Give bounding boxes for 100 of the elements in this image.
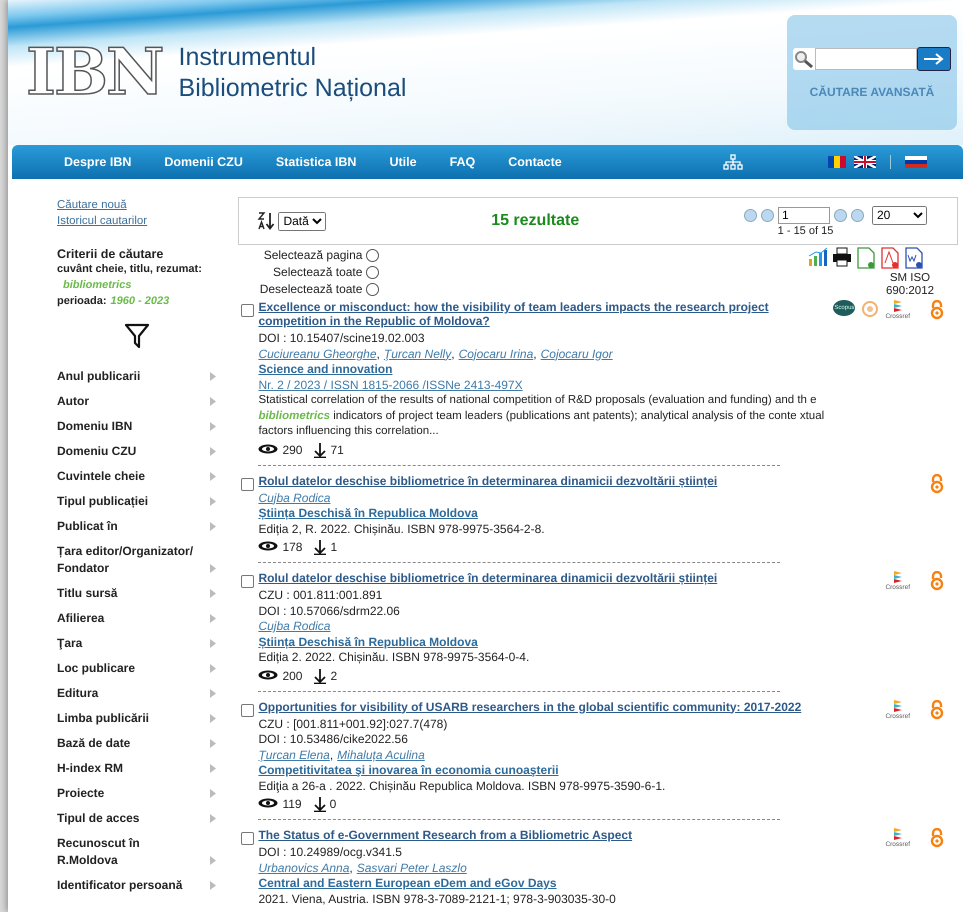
- citation-style-label[interactable]: SM ISO 690:2012: [884, 272, 936, 298]
- downloads-count: 2: [330, 668, 338, 684]
- criteria-value: bibliometrics: [62, 278, 132, 293]
- sitemap-icon[interactable]: [723, 154, 743, 170]
- download-icon: [314, 668, 326, 684]
- result-checkbox[interactable]: [241, 704, 254, 716]
- result-detail: Ediția 2, R. 2022. Chișinău. ISBN 978-9975-3564-2-8.: [258, 522, 545, 537]
- radio-button[interactable]: [366, 283, 380, 296]
- result-title-link[interactable]: Opportunities for visibility of USARB researchers in the global scientific community: 2017-2022: [258, 700, 802, 714]
- filter-item[interactable]: Bază de date: [57, 735, 202, 752]
- nav-link[interactable]: Contacte: [508, 155, 562, 169]
- open-access-icon[interactable]: [930, 828, 944, 848]
- sidebar-link[interactable]: Căutare nouă: [57, 197, 216, 213]
- result-detail: Ediţia a 26-a . 2022. Chișinău Republica Moldova. ISBN 978-9975-3590-6-1.: [258, 778, 666, 794]
- result-detail: CZU : [001.811+001.92]:027.7(478): [258, 716, 448, 732]
- open-access-icon[interactable]: [930, 571, 944, 591]
- result-detail: DOI : 10.15407/scine19.02.003: [258, 331, 425, 346]
- filter-item[interactable]: Publicat în: [57, 518, 202, 535]
- abstract-text: Statistical correlation of the results of national competition of R&D proposals (evaluation and funding) and th e bibliometrics indicators of project team leaders (publications ant patents); analytical analysis of the conte xtual factors influencing this correlation...: [258, 393, 826, 439]
- downloads-count: 71: [330, 442, 344, 458]
- filter-item[interactable]: Limba publicării: [57, 710, 202, 727]
- source-link[interactable]: Știința Deschisă în Republica Moldova: [258, 634, 478, 650]
- downloads-count: 1: [330, 540, 338, 555]
- filter-item[interactable]: Ţara: [57, 635, 202, 652]
- separator: ,: [376, 346, 380, 360]
- page-forward-button[interactable]: [851, 208, 864, 222]
- author-link[interactable]: Ţurcan Nelly: [384, 346, 452, 360]
- filter-item[interactable]: Afilierea: [57, 610, 202, 627]
- result-title-link[interactable]: Rolul datelor deschise bibliometrice în determinarea dinamicii dezvoltării științei: [258, 474, 718, 488]
- criteria-value: 1960 - 2023: [110, 294, 170, 309]
- source-link[interactable]: Știința Deschisă în Republica Moldova: [258, 506, 478, 522]
- open-access-icon[interactable]: [930, 700, 944, 720]
- filter-item[interactable]: Loc publicare: [57, 660, 202, 677]
- issue-link[interactable]: Nr. 2 / 2023 / ISSN 1815-2066 /ISSNe 2413-497X: [258, 378, 523, 393]
- search-field[interactable]: [815, 48, 917, 70]
- result-title-link[interactable]: Excellence or misconduct: how the visibility of team leaders impacts the research project competition in the Republic of Moldova?: [258, 300, 834, 328]
- author-link[interactable]: Urbanovics Anna: [258, 860, 350, 874]
- nav-link[interactable]: Domenii CZU: [164, 155, 243, 169]
- author-link[interactable]: Cojocaru Irina: [458, 346, 534, 360]
- nav-link[interactable]: Utile: [389, 155, 417, 169]
- per-page-dropdown[interactable]: 20: [872, 206, 927, 224]
- author-link[interactable]: Mihaluța Aculina: [337, 748, 425, 762]
- sort-icon[interactable]: [257, 212, 276, 230]
- filter-item[interactable]: H-index RM: [57, 760, 202, 777]
- filter-item[interactable]: Cuvintele cheie: [57, 468, 202, 485]
- result-title-link[interactable]: The Status of e-Government Research from a Bibliometric Aspect: [258, 828, 632, 842]
- radio-button[interactable]: [366, 249, 380, 262]
- result-checkbox[interactable]: [241, 575, 254, 588]
- nav-link[interactable]: Statistica IBN: [276, 155, 356, 169]
- open-access-icon[interactable]: [930, 300, 944, 320]
- search-icon: [793, 48, 815, 70]
- author-link[interactable]: Sasvari Peter Laszlo: [356, 860, 467, 874]
- author-link[interactable]: Cujba Rodica: [258, 490, 330, 504]
- radio-button[interactable]: [366, 266, 380, 279]
- nav-link[interactable]: Despre IBN: [64, 155, 132, 169]
- author-link[interactable]: Cojocaru Igor: [540, 346, 613, 360]
- source-link[interactable]: Competitivitatea şi inovarea în economia cunoaşterii: [258, 763, 559, 778]
- filter-item[interactable]: Titlu sursă: [57, 585, 202, 602]
- flag-icon[interactable]: [905, 156, 927, 168]
- filter-item[interactable]: Tipul de acces: [57, 810, 202, 827]
- download-icon: [314, 797, 326, 812]
- filter-item[interactable]: Țara editor/Organizator/ Fondator: [57, 543, 202, 577]
- flag-icon[interactable]: [854, 156, 876, 168]
- arrow-icon: [922, 52, 946, 66]
- search-button[interactable]: [917, 46, 951, 70]
- sort-dropdown[interactable]: Dată: [278, 212, 326, 230]
- author-link[interactable]: Cujba Rodica: [258, 619, 330, 633]
- result-title-link[interactable]: Rolul datelor deschise bibliometrice în determinarea dinamicii dezvoltării științei: [258, 571, 718, 585]
- sidebar-link[interactable]: Istoricul cautarilor: [57, 213, 216, 229]
- filter-item[interactable]: Domeniu CZU: [57, 443, 202, 460]
- page-back-button[interactable]: [761, 208, 774, 222]
- page-forward-button[interactable]: [834, 208, 847, 222]
- source-link[interactable]: Science and innovation: [258, 362, 392, 378]
- filter-item[interactable]: Editura: [57, 685, 202, 702]
- nav-link[interactable]: FAQ: [450, 155, 476, 169]
- download-icon: [314, 442, 326, 458]
- author-link[interactable]: Ţurcan Elena: [258, 748, 330, 762]
- open-access-icon[interactable]: [930, 474, 944, 494]
- page-field[interactable]: 1: [778, 206, 830, 224]
- source-link[interactable]: Central and Eastern European eDem and eGov Days: [258, 876, 557, 892]
- separator: ,: [330, 748, 334, 762]
- selection-label: Selectează pagina: [264, 247, 362, 264]
- page-back-button[interactable]: [744, 208, 757, 222]
- criteria-label: cuvânt cheie, titlu, rezumat:: [57, 262, 203, 277]
- filter-item[interactable]: Anul publicarii: [57, 368, 202, 385]
- filter-item[interactable]: Tipul publicației: [57, 493, 202, 510]
- separator: ,: [533, 346, 537, 360]
- logo-text: IBN: [26, 35, 163, 110]
- separator: ,: [451, 346, 455, 360]
- filter-item[interactable]: Proiecte: [57, 785, 202, 802]
- result-checkbox[interactable]: [241, 304, 254, 317]
- result-checkbox[interactable]: [241, 832, 254, 845]
- filter-item[interactable]: Autor: [57, 393, 202, 410]
- result-checkbox[interactable]: [241, 478, 254, 490]
- page-range: 1 - 15 of 15: [778, 224, 834, 236]
- filter-item[interactable]: Recunoscut în R.Moldova: [57, 835, 202, 869]
- author-link[interactable]: Cuciureanu Gheorghe: [258, 346, 377, 360]
- filter-item[interactable]: Domeniu IBN: [57, 418, 202, 435]
- filter-item[interactable]: Identificator persoană: [57, 877, 202, 894]
- crossref-logo-icon: [892, 300, 903, 313]
